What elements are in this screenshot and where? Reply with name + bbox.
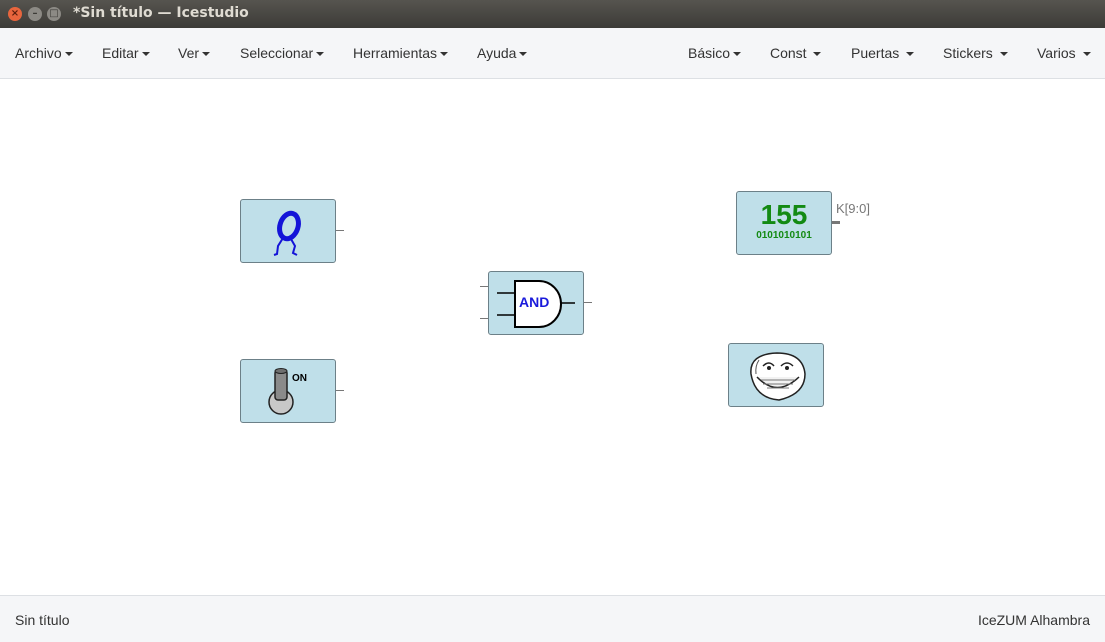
menu-archivo[interactable]: Archivo bbox=[15, 45, 73, 61]
menu-basico[interactable]: Básico bbox=[688, 45, 742, 61]
and-gate-block[interactable]: AND bbox=[488, 271, 584, 335]
status-board-selector[interactable]: IceZUM Alhambra bbox=[978, 612, 1090, 628]
caret-down-icon bbox=[64, 52, 73, 57]
menu-herramientas-label: Herramientas bbox=[353, 45, 438, 61]
minimize-window-button[interactable]: – bbox=[28, 7, 42, 21]
menu-const-label: Const bbox=[770, 45, 811, 61]
caret-down-icon bbox=[316, 52, 325, 57]
switch-output-pin[interactable] bbox=[336, 390, 344, 391]
clock-walker-icon bbox=[273, 210, 301, 256]
caret-down-icon bbox=[1082, 52, 1091, 57]
menu-const[interactable]: Const bbox=[770, 45, 822, 61]
menu-stickers[interactable]: Stickers bbox=[943, 45, 1008, 61]
menu-puertas-label: Puertas bbox=[851, 45, 904, 61]
window-title: *Sin título — Icestudio bbox=[73, 5, 249, 21]
constant-bits: 0101010101 bbox=[756, 230, 812, 241]
status-project-name: Sin título bbox=[15, 612, 70, 628]
caret-down-icon bbox=[440, 52, 449, 57]
menu-seleccionar-label: Seleccionar bbox=[240, 45, 314, 61]
maximize-window-button[interactable]: □ bbox=[47, 7, 61, 21]
constant-value: 155 bbox=[760, 199, 808, 230]
menu-editar[interactable]: Editar bbox=[102, 45, 150, 61]
menu-stickers-label: Stickers bbox=[943, 45, 997, 61]
constant-block[interactable]: 155 0101010101 bbox=[736, 191, 832, 255]
troll-face-icon bbox=[750, 352, 806, 401]
menu-basico-label: Básico bbox=[688, 45, 731, 61]
troll-face-sticker[interactable] bbox=[728, 343, 824, 407]
window-titlebar: × – □ *Sin título — Icestudio bbox=[0, 0, 1105, 28]
toggle-switch-icon bbox=[268, 368, 294, 415]
clock-output-pin[interactable] bbox=[336, 230, 344, 231]
caret-down-icon bbox=[141, 52, 150, 57]
menu-archivo-label: Archivo bbox=[15, 45, 62, 61]
menu-varios[interactable]: Varios bbox=[1037, 45, 1091, 61]
caret-down-icon bbox=[906, 52, 915, 57]
and-gate-label: AND bbox=[519, 294, 550, 310]
clock-block[interactable] bbox=[240, 199, 336, 263]
menu-ayuda-label: Ayuda bbox=[477, 45, 517, 61]
menu-ver[interactable]: Ver bbox=[178, 45, 211, 61]
design-canvas[interactable]: ON AND 155 0101010101 K[9:0] bbox=[0, 80, 1105, 595]
and-output-pin[interactable] bbox=[584, 302, 592, 303]
menu-seleccionar[interactable]: Seleccionar bbox=[240, 45, 325, 61]
menu-editar-label: Editar bbox=[102, 45, 139, 61]
caret-down-icon bbox=[999, 52, 1008, 57]
caret-down-icon bbox=[733, 52, 742, 57]
switch-on-label: ON bbox=[292, 373, 307, 384]
close-window-button[interactable]: × bbox=[8, 7, 22, 21]
constant-output-pin[interactable] bbox=[832, 221, 840, 224]
switch-block[interactable]: ON bbox=[240, 359, 336, 423]
menu-puertas[interactable]: Puertas bbox=[851, 45, 915, 61]
caret-down-icon bbox=[813, 52, 822, 57]
menu-herramientas[interactable]: Herramientas bbox=[353, 45, 449, 61]
menu-ayuda[interactable]: Ayuda bbox=[477, 45, 528, 61]
menu-varios-label: Varios bbox=[1037, 45, 1080, 61]
menu-ver-label: Ver bbox=[178, 45, 200, 61]
constant-port-label: K[9:0] bbox=[836, 201, 870, 216]
status-bar: Sin título IceZUM Alhambra bbox=[0, 595, 1105, 642]
menu-bar: Archivo Editar Ver Seleccionar Herramien… bbox=[0, 28, 1105, 79]
caret-down-icon bbox=[519, 52, 528, 57]
caret-down-icon bbox=[202, 52, 211, 57]
